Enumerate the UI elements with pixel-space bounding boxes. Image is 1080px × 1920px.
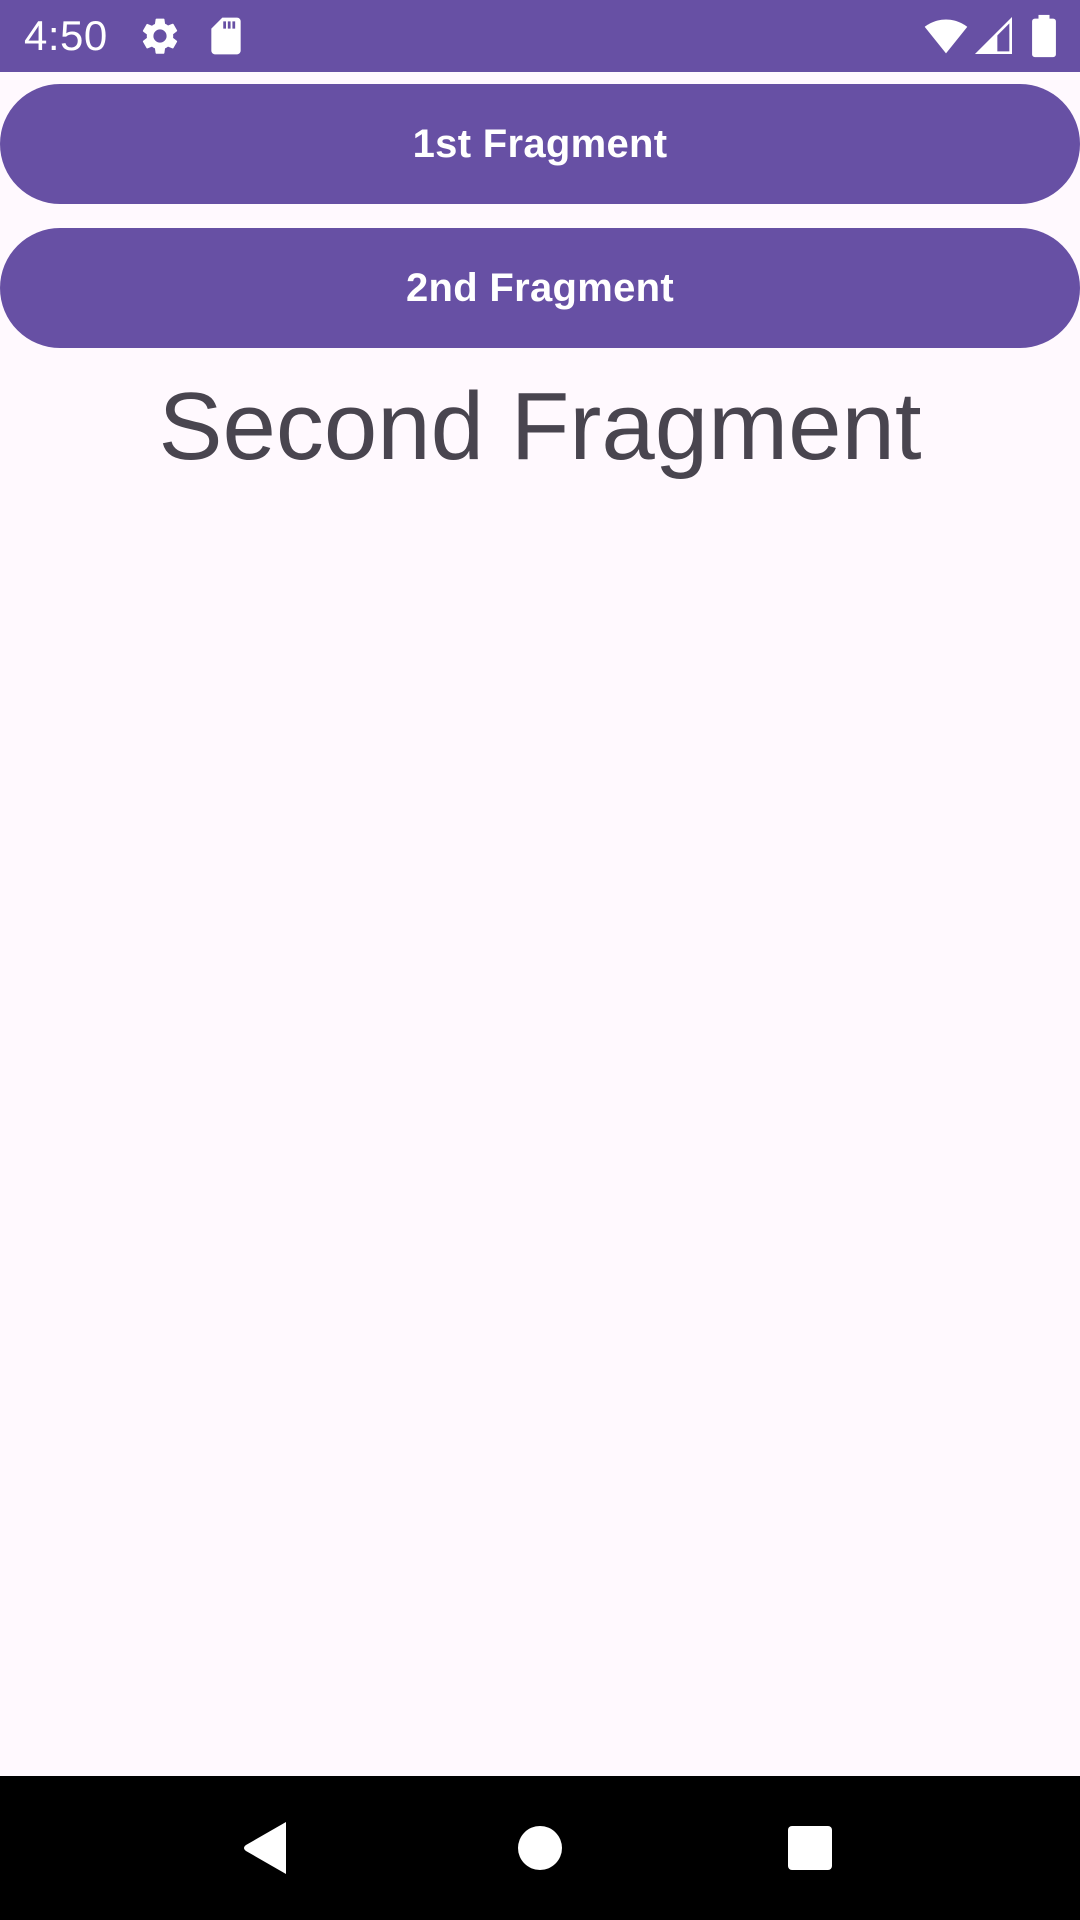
navigation-bar	[0, 1776, 1080, 1920]
cell-signal-icon	[974, 14, 1014, 58]
fragment-title: Second Fragment	[158, 373, 922, 480]
status-time: 4:50	[24, 12, 108, 59]
settings-icon	[138, 14, 182, 58]
second-fragment-button[interactable]: 2nd Fragment	[0, 228, 1080, 348]
home-icon[interactable]	[510, 1818, 570, 1878]
status-bar: 4:50	[0, 0, 1080, 72]
sd-card-icon	[204, 14, 248, 58]
first-fragment-button[interactable]: 1st Fragment	[0, 84, 1080, 204]
recents-icon[interactable]	[780, 1818, 840, 1878]
back-icon[interactable]	[240, 1818, 300, 1878]
battery-icon	[1030, 14, 1058, 58]
app-screen: 4:50 1st Fragment 2nd Fragment Second Fr…	[0, 0, 1080, 1920]
wifi-icon	[922, 14, 970, 58]
